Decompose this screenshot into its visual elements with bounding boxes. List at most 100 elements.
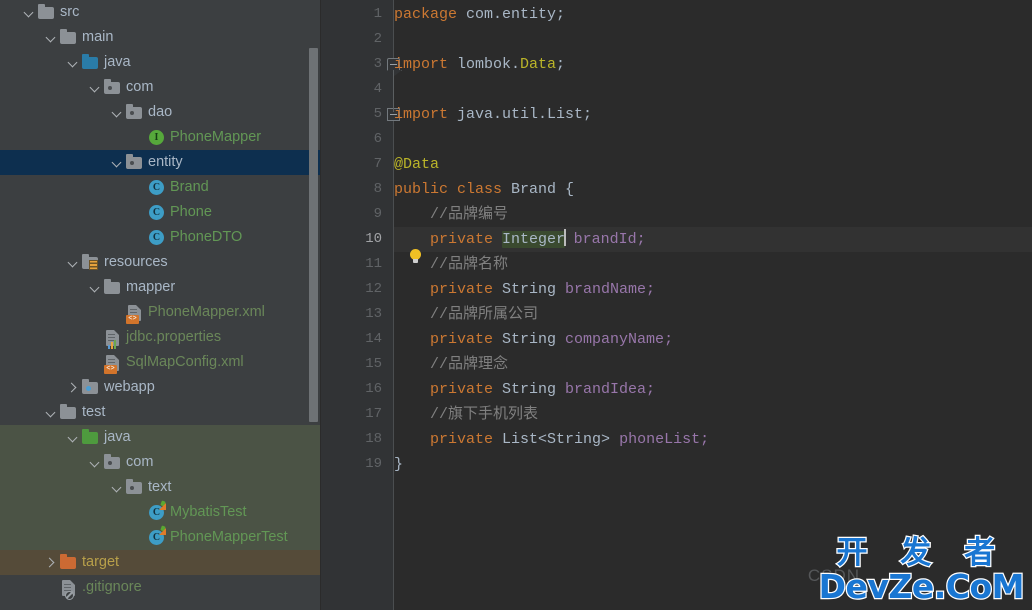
- code-line[interactable]: package com.entity;: [394, 2, 565, 27]
- code-token: lombok.: [457, 56, 521, 73]
- tree-item-test[interactable]: test: [0, 400, 321, 425]
- tree-item-src[interactable]: src: [0, 0, 321, 25]
- tree-item-entity[interactable]: entity: [0, 150, 321, 175]
- code-editor[interactable]: 1 2 3 4 5 6 7 8 9 10 11 12 13 14 15 16 17 18 19 package co…: [321, 0, 1032, 610]
- code-token: //品牌名称: [394, 256, 509, 273]
- line-number: 19: [365, 456, 382, 472]
- tree-item-java[interactable]: java: [0, 425, 321, 450]
- selected-token: Integer: [502, 231, 566, 248]
- tree-item--gitignore[interactable]: .gitignore: [0, 575, 321, 600]
- code-token: private: [430, 281, 503, 298]
- code-line[interactable]: @Data: [394, 152, 439, 177]
- code-token: import: [394, 106, 458, 123]
- tree-item-com[interactable]: com: [0, 75, 321, 100]
- tree-item-phonemappertest[interactable]: C PhoneMapperTest: [0, 525, 321, 550]
- java-class-icon: C: [147, 200, 166, 225]
- folder-icon: [59, 25, 78, 50]
- tree-item-label: src: [60, 4, 80, 20]
- line-number: 14: [365, 331, 382, 347]
- tree-item-mybatistest[interactable]: C MybatisTest: [0, 500, 321, 525]
- chevron-down-icon[interactable]: [88, 75, 103, 100]
- chevron-down-icon[interactable]: [44, 25, 59, 50]
- tree-item-text[interactable]: text: [0, 475, 321, 500]
- tree-item-java[interactable]: java: [0, 50, 321, 75]
- line-number: 16: [365, 381, 382, 397]
- tree-item-sqlmapconfig-xml[interactable]: <> SqlMapConfig.xml: [0, 350, 321, 375]
- code-token: //旗下手机列表: [394, 406, 539, 423]
- line-number: 17: [365, 406, 382, 422]
- tree-item-jdbc-properties[interactable]: jdbc.properties: [0, 325, 321, 350]
- folder-icon: [37, 0, 56, 25]
- code-token: private: [430, 431, 503, 448]
- code-line[interactable]: private String brandName;: [394, 277, 655, 302]
- code-token: java.util.List;: [457, 106, 593, 123]
- code-token: package: [394, 6, 467, 23]
- tree-item-label: java: [104, 54, 131, 70]
- tree-item-resources[interactable]: resources: [0, 250, 321, 275]
- chevron-down-icon[interactable]: [110, 475, 125, 500]
- ide-window: src main java com dao I PhoneMapper entity C Bran…: [0, 0, 1032, 610]
- code-line[interactable]: private List<String> phoneList;: [394, 427, 709, 452]
- tree-item-main[interactable]: main: [0, 25, 321, 50]
- line-number: 4: [373, 81, 382, 97]
- tree-item-label: com: [126, 454, 154, 470]
- tree-item-phonedto[interactable]: C PhoneDTO: [0, 225, 321, 250]
- tree-item-webapp[interactable]: webapp: [0, 375, 321, 400]
- chevron-down-icon[interactable]: [66, 425, 81, 450]
- no-chevron-spacer: [132, 525, 147, 550]
- chevron-down-icon[interactable]: [110, 100, 125, 125]
- chevron-right-icon[interactable]: [66, 375, 81, 400]
- tree-item-mapper[interactable]: mapper: [0, 275, 321, 300]
- line-number: 5: [373, 106, 382, 122]
- chevron-down-icon[interactable]: [88, 450, 103, 475]
- code-token: import: [394, 56, 458, 73]
- tree-item-dao[interactable]: dao: [0, 100, 321, 125]
- chevron-down-icon[interactable]: [66, 250, 81, 275]
- code-token: Data: [520, 56, 557, 73]
- code-line[interactable]: //品牌所属公司: [394, 302, 538, 327]
- code-line[interactable]: //品牌理念: [394, 352, 508, 377]
- code-line[interactable]: //品牌编号: [394, 202, 508, 227]
- java-test-class-icon: C: [147, 525, 166, 550]
- code-token: //品牌理念: [394, 356, 509, 373]
- tree-item-label: PhoneMapper.xml: [148, 304, 265, 320]
- tree-item-com[interactable]: com: [0, 450, 321, 475]
- chevron-right-icon[interactable]: [44, 550, 59, 575]
- chevron-down-icon[interactable]: [44, 400, 59, 425]
- tree-vertical-scrollbar[interactable]: [309, 48, 318, 422]
- chevron-down-icon[interactable]: [110, 150, 125, 175]
- code-token: brandIdea;: [565, 381, 656, 398]
- code-line[interactable]: private Integer brandId;: [394, 227, 646, 252]
- code-line[interactable]: private String companyName;: [394, 327, 673, 352]
- code-line[interactable]: //品牌名称: [394, 252, 508, 277]
- source-folder-icon: [81, 50, 100, 75]
- tree-item-target[interactable]: target: [0, 550, 321, 575]
- project-tree-panel[interactable]: src main java com dao I PhoneMapper entity C Bran…: [0, 0, 321, 610]
- code-line[interactable]: import lombok.Data;: [394, 52, 565, 77]
- tree-item-brand[interactable]: C Brand: [0, 175, 321, 200]
- no-chevron-spacer: [88, 325, 103, 350]
- editor-gutter[interactable]: 1 2 3 4 5 6 7 8 9 10 11 12 13 14 15 16 17 18 19: [321, 0, 394, 610]
- chevron-down-icon[interactable]: [66, 50, 81, 75]
- code-line[interactable]: import java.util.List;: [394, 102, 592, 127]
- code-line[interactable]: public class Brand {: [394, 177, 574, 202]
- tree-item-phonemapper-xml[interactable]: <> PhoneMapper.xml: [0, 300, 321, 325]
- tree-item-phone[interactable]: C Phone: [0, 200, 321, 225]
- code-line[interactable]: //旗下手机列表: [394, 402, 538, 427]
- code-token: List<String>: [502, 431, 620, 448]
- code-line[interactable]: private String brandIdea;: [394, 377, 655, 402]
- chevron-down-icon[interactable]: [22, 0, 37, 25]
- chevron-down-icon[interactable]: [88, 275, 103, 300]
- package-folder-icon: [125, 150, 144, 175]
- tree-item-phonemapper[interactable]: I PhoneMapper: [0, 125, 321, 150]
- code-token: brandId;: [573, 231, 646, 248]
- code-line[interactable]: }: [394, 452, 403, 477]
- code-token: phoneList;: [619, 431, 710, 448]
- properties-file-icon: [103, 325, 122, 350]
